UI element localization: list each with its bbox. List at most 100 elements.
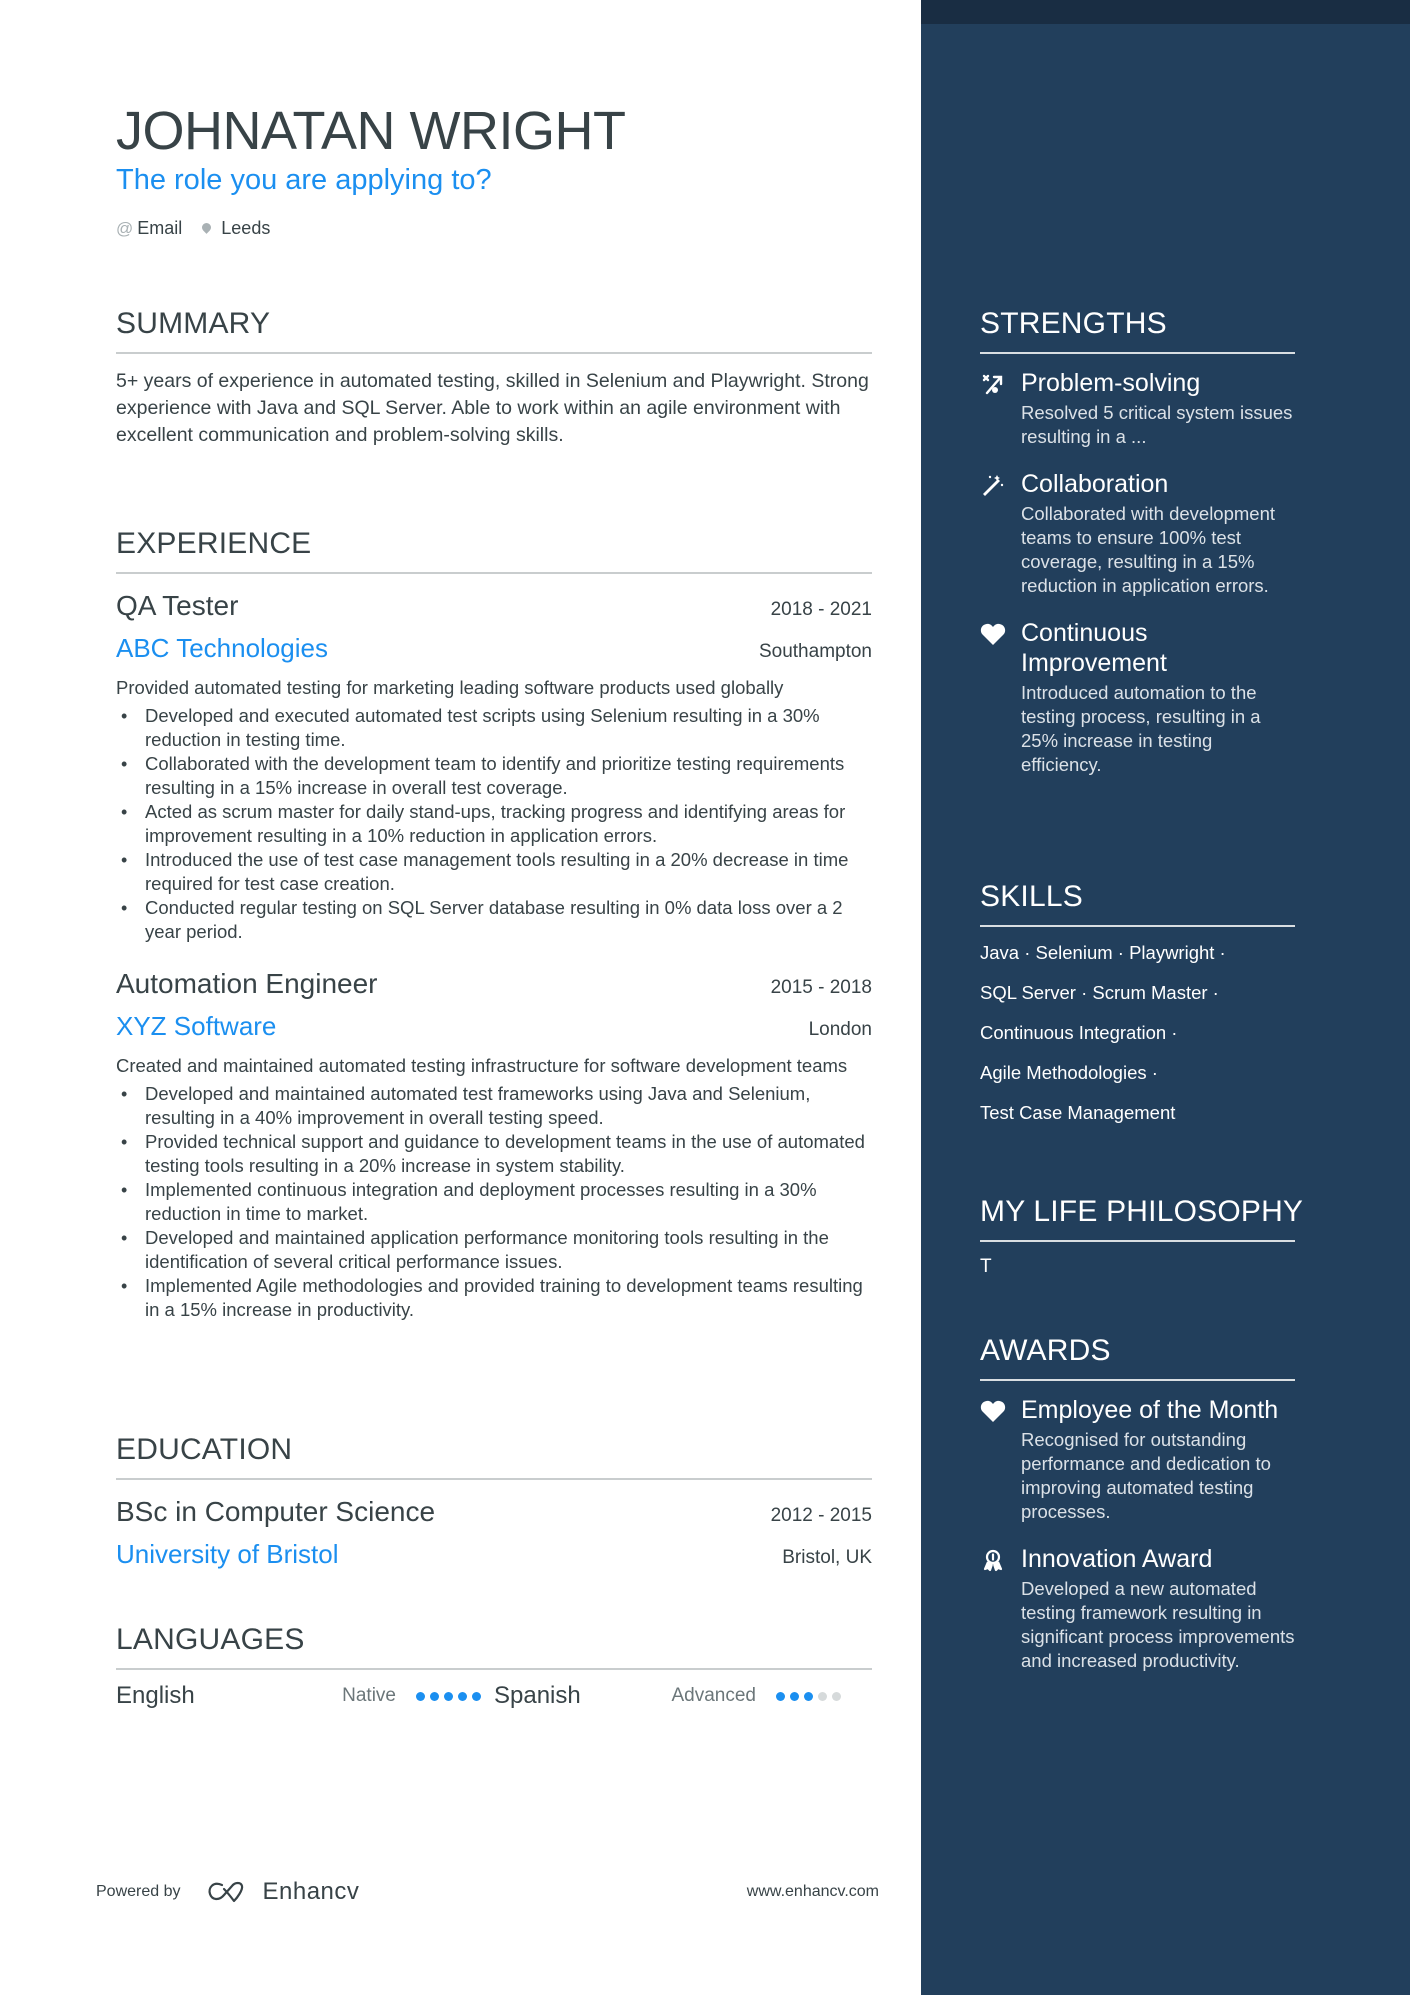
strength-item: Continuous Improvement Introduced automa… (980, 618, 1295, 777)
job-bullet: Implemented Agile methodologies and prov… (116, 1274, 872, 1322)
website-link[interactable]: www.enhancv.com (747, 1883, 879, 1901)
job-bullet: Developed and maintained automated test … (116, 1082, 872, 1130)
strength-description: Resolved 5 critical system issues result… (1021, 402, 1293, 447)
education-location: Bristol, UK (782, 1547, 872, 1568)
section-divider (116, 572, 872, 574)
award-item: Innovation Award Developed a new automat… (980, 1544, 1295, 1673)
experience-section: EXPERIENCE QA Tester 2018 - 2021 ABC Tec… (116, 526, 872, 1322)
skills-title: SKILLS (980, 880, 1083, 913)
heart-icon (980, 1398, 1006, 1424)
job-bullet: Acted as scrum master for daily stand-up… (116, 800, 872, 848)
language-level: Native (342, 1685, 396, 1706)
philosophy-title: MY LIFE PHILOSOPHY (980, 1195, 1304, 1228)
strength-title: Continuous Improvement (1021, 619, 1167, 677)
language-item: Spanish Advanced (494, 1682, 872, 1710)
magic-wand-icon (980, 472, 1006, 498)
location-pin-icon (200, 221, 214, 234)
award-description: Recognised for outstanding performance a… (1021, 1429, 1271, 1522)
rating-dot-filled (776, 1691, 785, 1701)
summary-text: 5+ years of experience in automated test… (116, 370, 869, 446)
education-dates: 2012 - 2015 (770, 1505, 872, 1526)
section-divider (980, 1379, 1295, 1381)
experience-title: EXPERIENCE (116, 527, 312, 560)
job-company: XYZ Software (116, 1011, 277, 1041)
candidate-name: JOHNATAN WRIGHT (116, 101, 626, 161)
job-description: Provided automated testing for marketing… (116, 677, 784, 698)
contact-info: @ Email Leeds (116, 218, 270, 239)
skill-line: Agile Methodologies · (980, 1062, 1158, 1083)
job-company: ABC Technologies (116, 633, 328, 663)
rating-dot-empty (818, 1691, 827, 1701)
award-title: Innovation Award (1021, 1545, 1213, 1573)
section-divider (116, 1478, 872, 1480)
job-dates: 2015 - 2018 (770, 977, 872, 998)
language-name: English (116, 1682, 195, 1709)
strength-description: Introduced automation to the testing pro… (1021, 682, 1261, 775)
contact-location-label: Leeds (221, 218, 271, 238)
philosophy-text: T (980, 1256, 992, 1277)
powered-by-label: Powered by (96, 1883, 181, 1900)
award-title: Employee of the Month (1021, 1396, 1279, 1424)
at-icon: @ (116, 218, 134, 238)
awards-title: AWARDS (980, 1334, 1111, 1367)
job-bullet: Introduced the use of test case manageme… (116, 848, 872, 896)
language-rating (776, 1691, 841, 1701)
job-title: Automation Engineer (116, 968, 378, 999)
education-school: University of Bristol (116, 1539, 339, 1569)
language-rating (416, 1691, 481, 1701)
section-divider (116, 352, 872, 354)
skills-list: Java · Selenium · Playwright · SQL Serve… (980, 941, 1295, 1125)
job-description: Created and maintained automated testing… (116, 1055, 848, 1076)
rating-dot-filled (804, 1691, 813, 1701)
language-level: Advanced (671, 1685, 756, 1706)
candidate-role: The role you are applying to? (116, 164, 492, 196)
job-bullets: Developed and maintained automated test … (116, 1082, 872, 1322)
award-ribbon-icon (980, 1547, 1006, 1573)
education-title: EDUCATION (116, 1433, 293, 1466)
strength-title: Problem-solving (1021, 369, 1201, 397)
summary-title: SUMMARY (116, 307, 271, 340)
strength-item: Problem-solving Resolved 5 critical syst… (980, 368, 1295, 449)
heart-icon (980, 621, 1006, 647)
strengths-section: STRENGTHS Problem-solving Resolved 5 cri… (980, 306, 1295, 777)
rating-dot-filled (444, 1691, 453, 1701)
award-description: Developed a new automated testing framew… (1021, 1578, 1295, 1671)
job-entry: QA Tester 2018 - 2021 ABC Technologies S… (116, 588, 872, 944)
summary-section: SUMMARY 5+ years of experience in automa… (116, 306, 872, 449)
contact-email[interactable]: @ Email (116, 218, 182, 239)
education-degree: BSc in Computer Science (116, 1496, 436, 1527)
job-bullet: Collaborated with the development team t… (116, 752, 872, 800)
language-name: Spanish (494, 1682, 581, 1709)
contact-location: Leeds (200, 218, 271, 239)
strength-title: Collaboration (1021, 470, 1169, 498)
languages-list: English Native Spanish Advanced (116, 1682, 872, 1710)
awards-section: AWARDS Employee of the Month Recognised … (980, 1333, 1295, 1673)
job-entry: Automation Engineer 2015 - 2018 XYZ Soft… (116, 966, 872, 1322)
skill-line: Test Case Management (980, 1102, 1176, 1123)
skill-line: Java · Selenium · Playwright · (980, 942, 1226, 963)
sidebar-top-bar (921, 0, 1410, 24)
puzzle-arrow-icon (980, 371, 1006, 397)
rating-dot-filled (416, 1691, 425, 1701)
rating-dot-filled (458, 1691, 467, 1701)
job-title: QA Tester (116, 590, 239, 621)
brand-name: Enhancv (262, 1878, 360, 1905)
job-dates: 2018 - 2021 (770, 599, 872, 620)
award-item: Employee of the Month Recognised for out… (980, 1395, 1295, 1524)
sidebar: STRENGTHS Problem-solving Resolved 5 cri… (921, 0, 1410, 1995)
job-location: Southampton (758, 641, 872, 662)
strength-description: Collaborated with development teams to e… (1021, 503, 1276, 596)
job-bullet: Developed and maintained application per… (116, 1226, 872, 1274)
contact-email-label: Email (137, 218, 183, 238)
rating-dot-filled (472, 1691, 481, 1701)
section-divider (980, 1240, 1295, 1242)
rating-dot-filled (430, 1691, 439, 1701)
job-bullet: Implemented continuous integration and d… (116, 1178, 872, 1226)
languages-title: LANGUAGES (116, 1623, 305, 1656)
skill-line: Continuous Integration · (980, 1022, 1178, 1043)
education-section: EDUCATION BSc in Computer Science 2012 -… (116, 1432, 872, 1572)
enhancv-logo[interactable]: Enhancv (207, 1878, 360, 1906)
education-entry: BSc in Computer Science 2012 - 2015 Univ… (116, 1494, 872, 1572)
job-bullet: Developed and executed automated test sc… (116, 704, 872, 752)
footer: Powered by Enhancv www.enhancv.com (96, 1878, 879, 1906)
